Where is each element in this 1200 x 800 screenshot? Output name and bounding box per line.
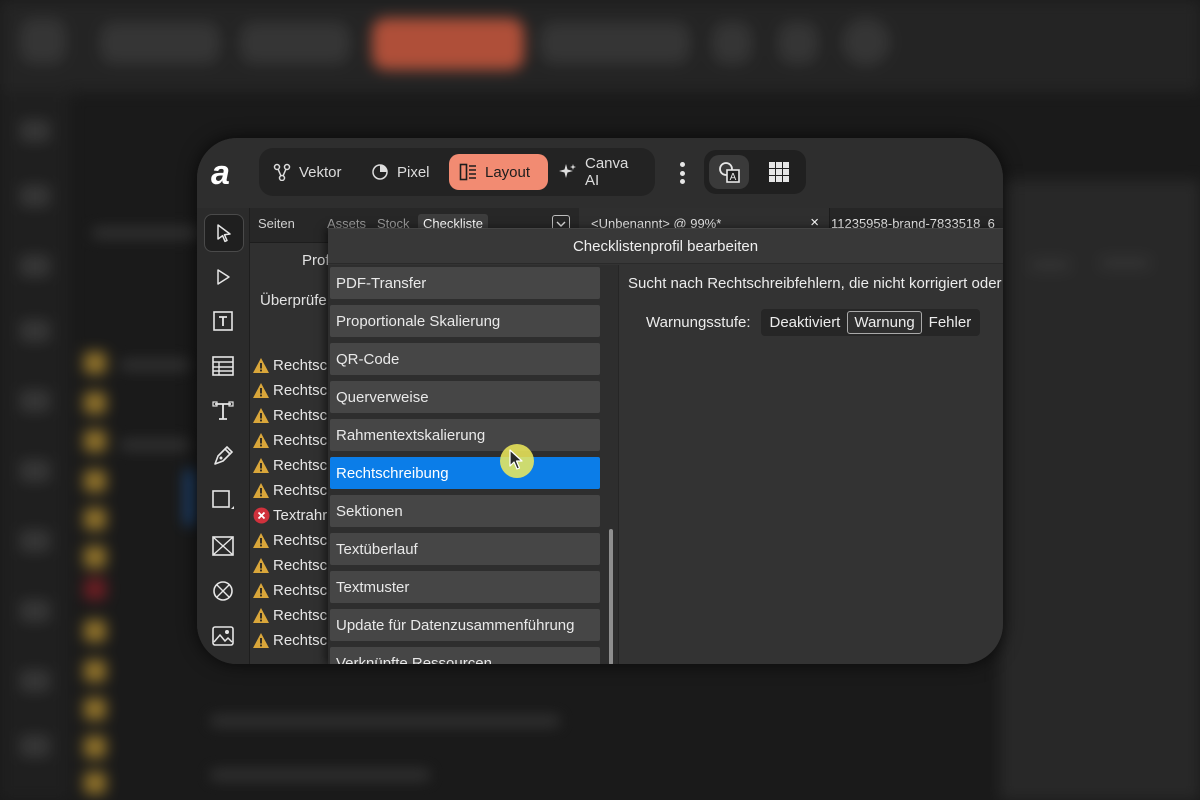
warning-level-label: Warnungsstufe:	[646, 314, 751, 331]
persona-vektor[interactable]: Vektor	[263, 154, 352, 190]
table-tool-icon[interactable]	[204, 348, 242, 384]
issue-text: Rechtscl	[273, 606, 331, 624]
text-frame-tool-icon[interactable]	[204, 303, 242, 339]
issue-item[interactable]: Rechtscl	[252, 531, 331, 549]
vector-node-icon	[273, 163, 291, 181]
persona-vektor-label: Vektor	[299, 163, 342, 181]
issue-item[interactable]: Rechtscl	[252, 456, 331, 474]
check-type-item[interactable]: Rahmentextskalierung	[330, 419, 600, 451]
ellipse-frame-tool-icon[interactable]	[204, 573, 242, 609]
warning-level-row: Warnungsstufe: Deaktiviert Warnung Fehle…	[646, 309, 981, 336]
issue-text: Rechtscl	[273, 631, 331, 649]
check-type-item[interactable]: PDF-Transfer	[330, 267, 600, 299]
issue-item[interactable]: Rechtscl	[252, 581, 331, 599]
check-description: Sucht nach Rechtschreibfehlern, die nich…	[628, 275, 1002, 292]
check-type-item[interactable]: Update für Datenzusammenführung	[330, 609, 600, 641]
check-type-item[interactable]: Textüberlauf	[330, 533, 600, 565]
check-label: Überprüfe	[260, 292, 327, 309]
issue-item[interactable]: Rechtscl	[252, 406, 331, 424]
warning-icon	[252, 431, 270, 449]
persona-pixel-label: Pixel	[397, 163, 430, 181]
issue-text: Rechtscl	[273, 556, 331, 574]
warning-icon	[252, 456, 270, 474]
issue-item[interactable]: Rechtscl	[252, 556, 331, 574]
error-icon	[252, 506, 270, 524]
tools-panel	[197, 208, 249, 664]
warning-icon	[252, 556, 270, 574]
check-type-item[interactable]: Verknüpfte Ressourcen	[330, 647, 600, 664]
pixel-brush-icon	[371, 163, 389, 181]
issue-item[interactable]: Rechtscl	[252, 431, 331, 449]
issue-text: Rechtscl	[273, 531, 331, 549]
issue-text: Rechtscl	[273, 406, 331, 424]
persona-layout[interactable]: Layout	[449, 154, 548, 190]
node-tool-icon[interactable]	[204, 259, 242, 295]
app-window: a Vektor Pixel Layout Canva AI A Seiten …	[197, 138, 1003, 664]
issue-text: Rechtscl	[273, 581, 331, 599]
picture-frame-tool-icon[interactable]	[204, 528, 242, 564]
check-type-item[interactable]: Textmuster	[330, 571, 600, 603]
issue-text: Textrahr	[273, 506, 328, 524]
image-tool-icon[interactable]	[204, 618, 242, 654]
persona-canva-ai[interactable]: Canva AI	[549, 154, 655, 190]
issue-text: Rechtscl	[273, 456, 331, 474]
issue-item[interactable]: Textrahr	[252, 506, 327, 524]
warning-icon	[252, 631, 270, 649]
check-type-item[interactable]: Sektionen	[330, 495, 600, 527]
issue-text: Rechtscl	[273, 431, 331, 449]
level-fehler[interactable]: Fehler	[922, 311, 979, 334]
text-frame-mode-icon[interactable]: A	[709, 155, 749, 189]
sparkle-icon	[559, 163, 577, 181]
warning-icon	[252, 406, 270, 424]
warning-icon	[252, 356, 270, 374]
check-type-item[interactable]: Proportionale Skalierung	[330, 305, 600, 337]
pen-tool-icon[interactable]	[204, 438, 242, 474]
check-type-item[interactable]: QR-Code	[330, 343, 600, 375]
layout-icon	[459, 163, 477, 181]
issue-item[interactable]: Rechtscl	[252, 606, 331, 624]
issue-item[interactable]: Rechtscl	[252, 481, 331, 499]
check-type-item[interactable]: Rechtschreibung	[330, 457, 600, 489]
more-options-icon[interactable]	[679, 162, 685, 184]
issue-text: Rechtscl	[273, 356, 331, 374]
list-scrollbar[interactable]	[609, 529, 613, 664]
warning-icon	[252, 531, 270, 549]
check-type-item[interactable]: Querverweise	[330, 381, 600, 413]
issue-text: Rechtscl	[273, 381, 331, 399]
view-mode-switcher: A	[704, 150, 806, 194]
issue-text: Rechtscl	[273, 481, 331, 499]
top-toolbar: a Vektor Pixel Layout Canva AI A	[197, 138, 1003, 208]
persona-switcher: Vektor Pixel Layout Canva AI	[259, 148, 655, 196]
warning-level-selector: Deaktiviert Warnung Fehler	[760, 309, 981, 336]
issue-item[interactable]: Rechtscl	[252, 631, 331, 649]
mouse-cursor-icon	[509, 449, 523, 470]
level-deaktiviert[interactable]: Deaktiviert	[763, 311, 848, 334]
persona-pixel[interactable]: Pixel	[361, 154, 440, 190]
persona-layout-label: Layout	[485, 163, 531, 181]
grid-view-icon[interactable]	[759, 155, 799, 189]
issue-item[interactable]: Rechtscl	[252, 381, 331, 399]
move-tool-icon[interactable]	[204, 214, 244, 252]
artistic-text-tool-icon[interactable]	[204, 393, 242, 429]
app-logo[interactable]: a	[211, 156, 245, 190]
checklist-profile-dialog: Checklistenprofil bearbeiten PDF-Transfe…	[328, 228, 1003, 664]
warning-icon	[252, 606, 270, 624]
warning-icon	[252, 381, 270, 399]
check-type-list: PDF-Transfer Proportionale Skalierung QR-C…	[328, 265, 619, 664]
tab-seiten[interactable]: Seiten	[258, 216, 295, 231]
svg-text:A: A	[730, 172, 737, 183]
rectangle-tool-icon[interactable]	[204, 483, 242, 519]
warning-icon	[252, 481, 270, 499]
level-warnung[interactable]: Warnung	[847, 311, 922, 334]
dialog-title: Checklistenprofil bearbeiten	[328, 229, 1003, 264]
warning-icon	[252, 581, 270, 599]
persona-canva-ai-label: Canva AI	[585, 155, 629, 189]
profile-label: Prof	[302, 252, 330, 269]
issue-item[interactable]: Rechtscl	[252, 356, 331, 374]
